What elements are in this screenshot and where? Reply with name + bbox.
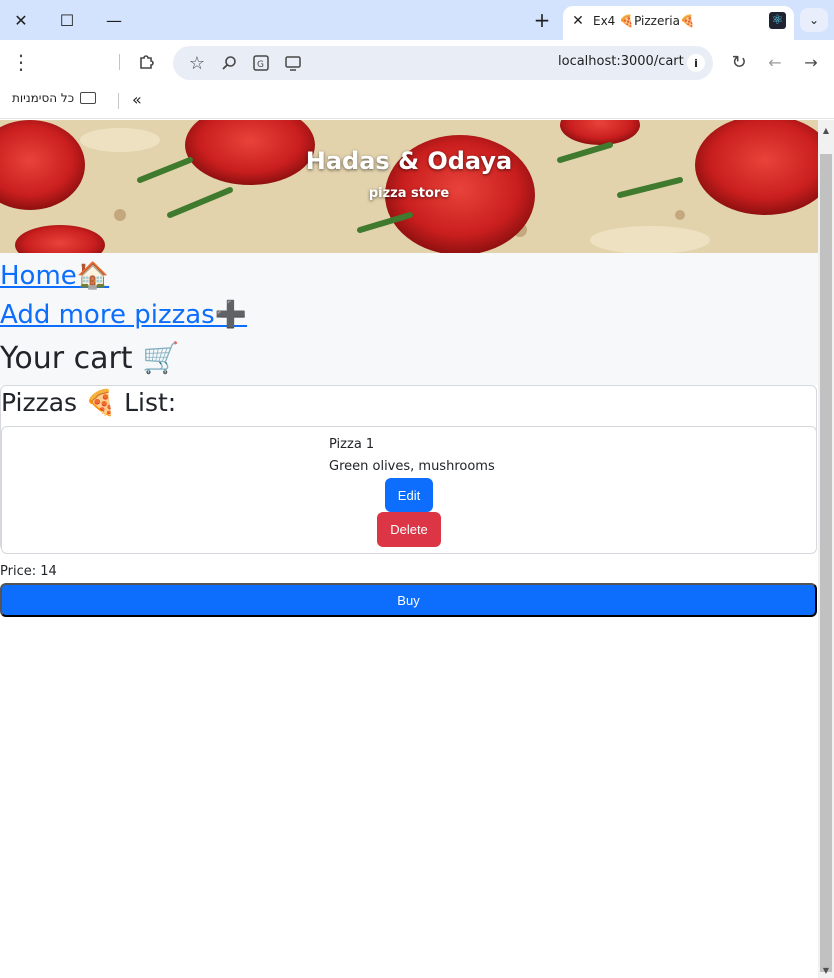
double-chevron-icon[interactable]: « [132, 90, 142, 109]
cart-price: Price: 14 [0, 564, 57, 579]
page-title: Your cart 🛒 [0, 341, 180, 376]
site-info-icon[interactable]: i [687, 54, 705, 72]
scroll-down-icon[interactable]: ▼ [818, 964, 834, 976]
zoom-icon[interactable] [217, 51, 241, 75]
pizzas-list-title: Pizzas 🍕 List: [1, 388, 177, 417]
scroll-up-icon[interactable]: ▲ [818, 124, 834, 136]
browser-tab-strip: ✕ ☐ — + ✕ Ex4 🍕Pizzeria🍕 ⚛ ⌄ [0, 0, 834, 40]
react-icon: ⚛ [769, 12, 786, 29]
all-bookmarks-folder[interactable]: כל הסימניות [12, 91, 97, 105]
tab-list-chevron-down-icon[interactable]: ⌄ [800, 8, 828, 32]
tab-close-icon[interactable]: ✕ [569, 12, 587, 30]
bookmarks-divider [118, 93, 119, 109]
close-icon[interactable]: ✕ [7, 8, 35, 32]
pizzas-list-card: Pizzas 🍕 List: Pizza 1 Green olives, mus… [0, 385, 817, 554]
arrow-right-icon[interactable]: → [799, 50, 823, 74]
page-viewport: Hadas & Odaya pizza store Home🏠 Add more… [0, 120, 818, 978]
list-item: Pizza 1 Green olives, mushrooms Edit Del… [1, 426, 817, 554]
delete-button[interactable]: Delete [377, 512, 441, 547]
svg-text:G: G [257, 60, 264, 70]
url-text[interactable]: localhost:3000/cart [558, 54, 684, 69]
scroll-thumb[interactable] [820, 154, 832, 972]
bookmarks-bar: כל הסימניות « [0, 85, 834, 119]
folder-icon [80, 92, 97, 104]
page-content: Home🏠 Add more pizzas➕ Your cart 🛒 Pizza… [0, 253, 818, 978]
buy-button[interactable]: Buy [0, 583, 817, 617]
page-scrollbar[interactable]: ▲ ▼ [818, 120, 834, 978]
new-tab-icon[interactable]: + [530, 8, 554, 32]
tab-title: Ex4 🍕Pizzeria🍕 [593, 14, 695, 28]
maximize-icon[interactable]: ☐ [53, 8, 81, 32]
star-icon[interactable]: ☆ [185, 51, 209, 75]
translate-icon[interactable]: G [249, 51, 273, 75]
reload-icon[interactable]: ↻ [727, 50, 751, 74]
nav-area: Home🏠 Add more pizzas➕ Your cart 🛒 [0, 253, 818, 385]
pizza-toppings: Green olives, mushrooms [329, 459, 495, 474]
pizza-name: Pizza 1 [329, 437, 375, 452]
add-more-pizzas-link[interactable]: Add more pizzas➕ [0, 300, 247, 330]
edit-button[interactable]: Edit [385, 478, 433, 512]
header-banner: Hadas & Odaya pizza store [0, 120, 818, 253]
arrow-left-icon[interactable]: ← [763, 50, 787, 74]
bookmarks-folder-label: כל הסימניות [12, 91, 75, 105]
minimize-icon[interactable]: — [100, 8, 128, 32]
browser-toolbar: ⋮ ☆ G localhost:3000/cart i ↻ ← → [0, 40, 834, 85]
site-title: Hadas & Odaya [305, 147, 513, 175]
address-bar[interactable]: ☆ G localhost:3000/cart i [173, 46, 713, 80]
kebab-menu-icon[interactable]: ⋮ [9, 50, 33, 74]
home-link[interactable]: Home🏠 [0, 261, 109, 291]
puzzle-icon[interactable] [135, 50, 159, 74]
toolbar-divider [119, 54, 120, 70]
cast-icon[interactable] [281, 51, 305, 75]
active-tab[interactable]: ✕ Ex4 🍕Pizzeria🍕 ⚛ [563, 6, 794, 40]
site-subtitle: pizza store [368, 186, 450, 201]
